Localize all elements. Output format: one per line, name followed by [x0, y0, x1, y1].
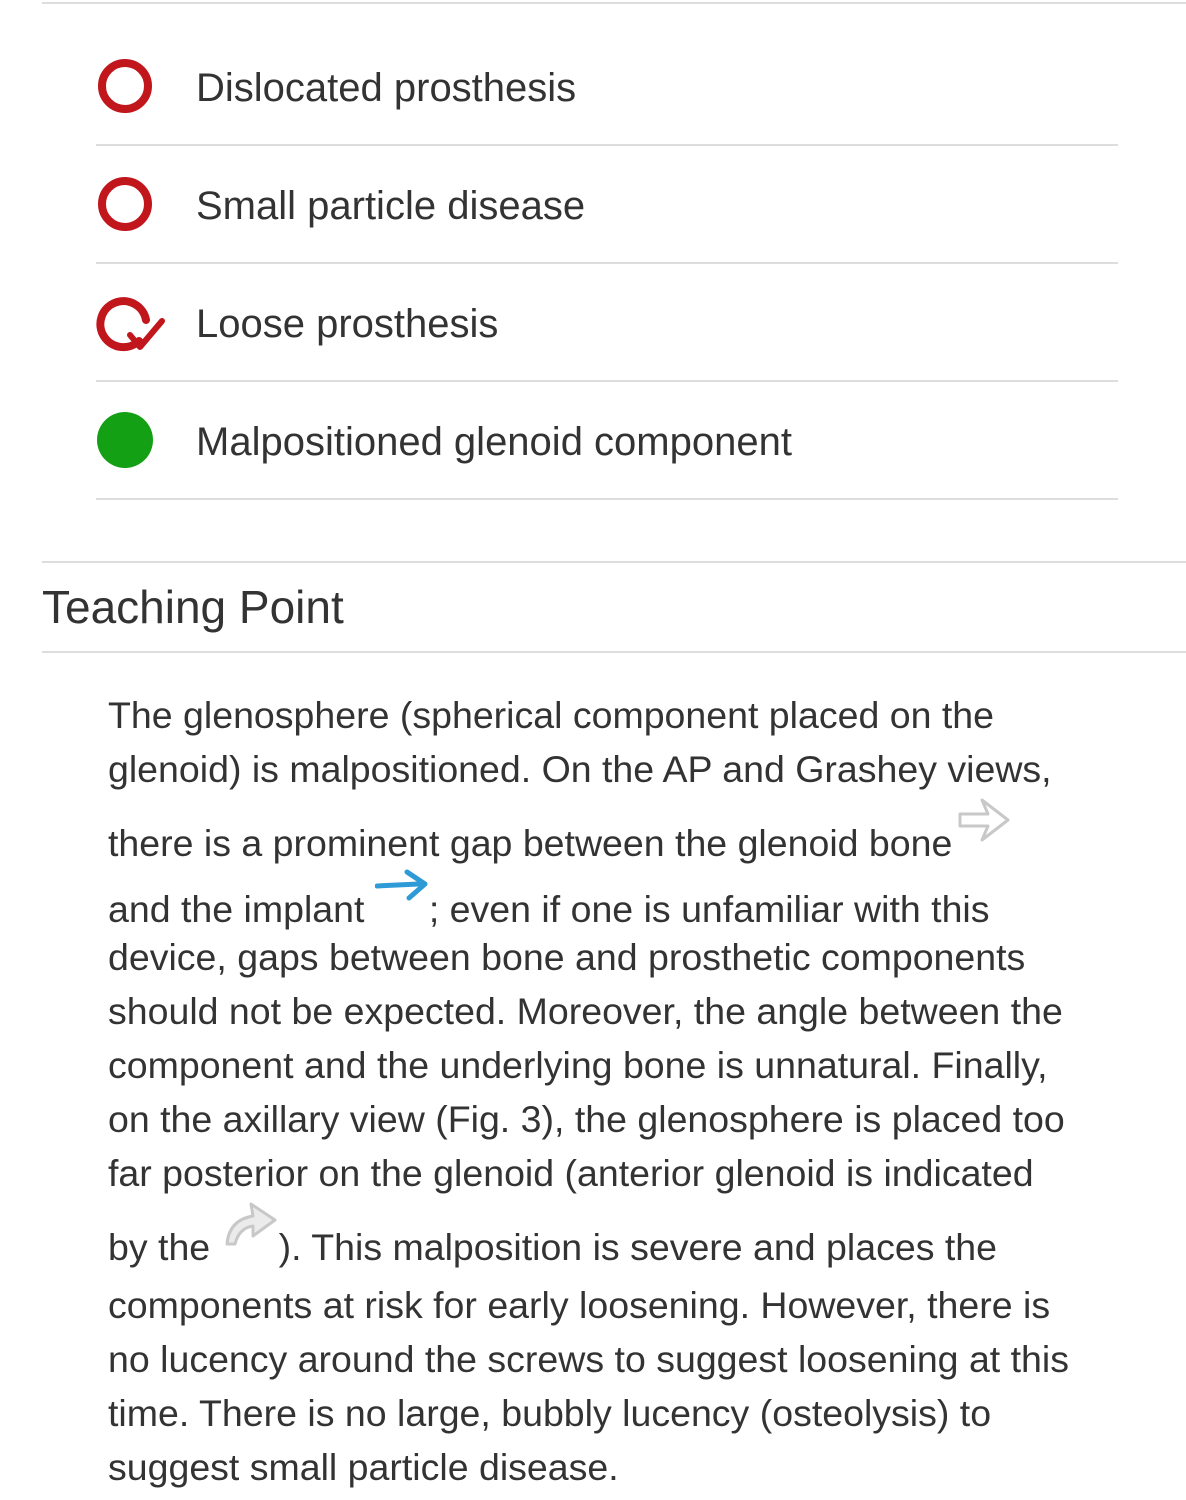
answer-option-label: Loose prosthesis: [196, 302, 499, 346]
text-segment: ). This malposition is severe and places…: [278, 1226, 997, 1268]
answer-option-label: Dislocated prosthesis: [196, 66, 577, 110]
red-ring-icon: [96, 175, 170, 235]
section-divider: [42, 651, 1186, 653]
section-divider: [42, 561, 1186, 563]
text-line: components at risk for early loosening. …: [108, 1284, 1051, 1326]
answer-option-loose-prosthesis[interactable]: Loose prosthesis: [96, 264, 1118, 382]
text-line: no lucency around the screws to suggest …: [108, 1338, 1069, 1380]
answer-options-list: Dislocated prosthesis Small particle dis…: [96, 28, 1118, 500]
text-line: there is a prominent gap between the gle…: [108, 796, 1148, 874]
top-divider: [42, 2, 1186, 4]
text-line: time. There is no large, bubbly lucency …: [108, 1392, 992, 1434]
answer-option-dislocated-prosthesis[interactable]: Dislocated prosthesis: [96, 28, 1118, 146]
text-line: component and the underlying bone is unn…: [108, 1044, 1048, 1086]
text-segment: there is a prominent gap between the gle…: [108, 822, 953, 864]
green-dot-icon: [96, 411, 170, 471]
open-gray-arrow-icon: [956, 794, 1012, 846]
text-segment: by the: [108, 1226, 211, 1268]
text-line: The glenosphere (spherical component pla…: [108, 694, 994, 736]
text-line: and the implant ; even if one is unfamil…: [108, 869, 1148, 930]
text-line: should not be expected. Moreover, the an…: [108, 990, 1063, 1032]
curved-gray-arrow-icon: [221, 1198, 279, 1250]
text-line: suggest small particle disease.: [108, 1446, 619, 1488]
answer-option-malpositioned-glenoid[interactable]: Malpositioned glenoid component: [96, 382, 1118, 500]
text-line: device, gaps between bone and prosthetic…: [108, 936, 1026, 978]
section-title: Teaching Point: [42, 581, 344, 633]
text-segment: ; even if one is unfamiliar with this: [428, 888, 990, 930]
red-ring-check-icon: [96, 293, 170, 353]
answer-option-label: Small particle disease: [196, 184, 586, 228]
text-segment: and the implant: [108, 888, 365, 930]
text-line: glenoid) is malpositioned. On the AP and…: [108, 748, 1052, 790]
text-line: on the axillary view (Fig. 3), the gleno…: [108, 1098, 1065, 1140]
text-line: far posterior on the glenoid (anterior g…: [108, 1152, 1034, 1194]
teaching-point-text: The glenosphere (spherical component pla…: [108, 688, 1148, 1494]
answer-option-label: Malpositioned glenoid component: [196, 420, 792, 464]
text-line: by the ). This malposition is severe and…: [108, 1200, 1148, 1278]
blue-arrow-icon: [374, 860, 429, 912]
answer-option-small-particle-disease[interactable]: Small particle disease: [96, 146, 1118, 264]
red-ring-icon: [96, 57, 170, 117]
